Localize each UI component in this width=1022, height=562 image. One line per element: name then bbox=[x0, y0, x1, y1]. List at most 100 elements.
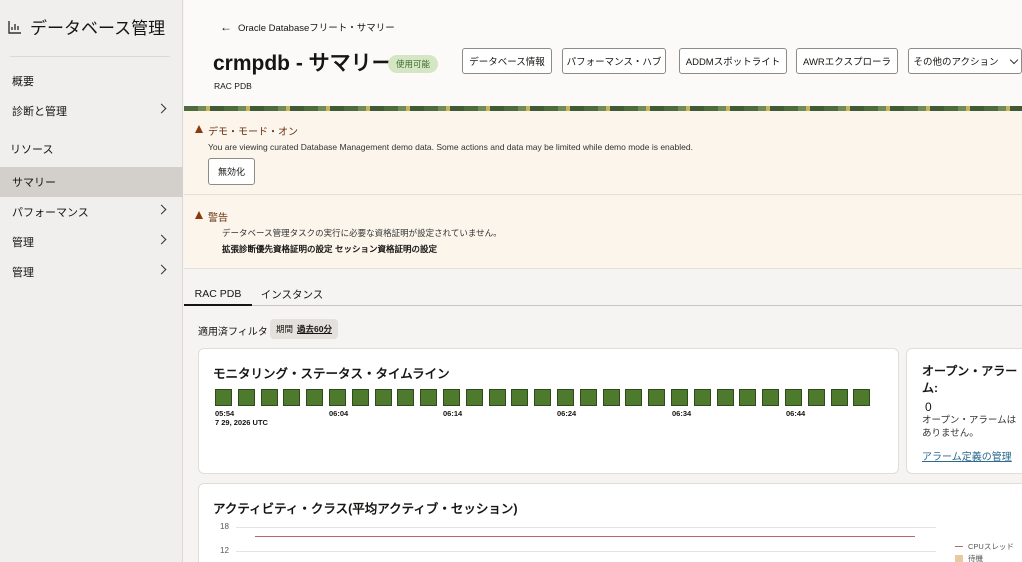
timeline-status-cell[interactable] bbox=[762, 389, 780, 406]
timeline-status-cell[interactable] bbox=[329, 389, 346, 406]
open-alarms-description: オープン・アラームはありません。 bbox=[922, 415, 1017, 439]
timeline-status-cell[interactable] bbox=[557, 389, 574, 406]
timeline-status-cell[interactable] bbox=[260, 389, 278, 406]
open-alarms-count: 0 bbox=[925, 400, 932, 414]
legend-line-swatch bbox=[955, 546, 963, 547]
legend-wait: 待機 bbox=[955, 553, 983, 562]
timeline-status-cell[interactable] bbox=[374, 389, 392, 406]
timeline-status-cell[interactable] bbox=[625, 389, 643, 406]
applied-filters-label: 適用済フィルタ bbox=[198, 327, 268, 338]
grid-line bbox=[236, 551, 936, 552]
warning-icon bbox=[195, 211, 203, 219]
timeline-time-label: 06:34 bbox=[672, 409, 692, 418]
timeline-status-cell[interactable] bbox=[671, 389, 688, 406]
warning-banner-title: 警告 bbox=[208, 213, 228, 224]
timeline-status-cell[interactable] bbox=[511, 389, 529, 406]
legend-label: 待機 bbox=[968, 554, 983, 562]
tab-rac-pdb[interactable]: RAC PDB bbox=[184, 283, 252, 306]
timeline-status-cell[interactable] bbox=[534, 389, 552, 406]
awr-explorer-button[interactable]: AWRエクスプローラ bbox=[796, 48, 898, 74]
sidebar-divider bbox=[10, 56, 170, 57]
sidebar-item-label: 概要 bbox=[12, 76, 34, 88]
grid-line bbox=[236, 527, 936, 528]
warning-icon bbox=[195, 125, 203, 133]
timeline-status-cell[interactable] bbox=[237, 389, 255, 406]
timeline-status-cell[interactable] bbox=[830, 389, 848, 406]
sidebar-item-label: 診断と管理 bbox=[12, 106, 67, 118]
demo-mode-banner bbox=[184, 111, 1022, 195]
timeline-status-cell[interactable] bbox=[739, 389, 757, 406]
timeline-status-cell[interactable] bbox=[602, 389, 620, 406]
filter-key: 期間 bbox=[276, 324, 294, 334]
addm-spotlight-button[interactable]: ADDMスポットライト bbox=[679, 48, 787, 74]
database-info-button[interactable]: データベース情報 bbox=[462, 48, 552, 74]
legend-cpu-threads: CPUスレッド bbox=[955, 541, 1014, 552]
more-actions-label: その他のアクション bbox=[913, 57, 999, 68]
timeline-status-cell[interactable] bbox=[807, 389, 825, 406]
timeline-date-label: 7 29, 2026 UTC bbox=[215, 418, 268, 427]
sidebar-item-summary[interactable]: サマリー bbox=[0, 167, 183, 197]
manage-alarm-definitions-link[interactable]: アラーム定義の管理 bbox=[922, 448, 1012, 463]
timeline-time-label: 06:44 bbox=[786, 409, 806, 418]
filter-chip-period[interactable]: 期間 過去60分 bbox=[270, 319, 338, 339]
sidebar-item-management-1[interactable]: 管理 bbox=[0, 227, 183, 257]
timeline-status-cell[interactable] bbox=[443, 389, 460, 406]
y-axis-tick: 18 bbox=[220, 522, 229, 531]
sidebar-item-overview[interactable]: 概要 bbox=[0, 66, 183, 96]
legend-label: CPUスレッド bbox=[968, 542, 1014, 551]
main-content: ← Oracle Databaseフリート・サマリー crmpdb - サマリー… bbox=[184, 0, 1022, 562]
warning-banner-text: データベース管理タスクの実行に必要な資格証明が設定されていません。 bbox=[222, 228, 502, 238]
more-actions-button[interactable]: その他のアクション bbox=[908, 48, 1022, 74]
sidebar-title-text: データベース管理 bbox=[30, 19, 166, 38]
chevron-right-icon bbox=[156, 204, 167, 215]
timeline-status-cell[interactable] bbox=[215, 389, 232, 406]
back-link-label: Oracle Databaseフリート・サマリー bbox=[238, 23, 395, 34]
timeline-time-label: 06:04 bbox=[329, 409, 349, 418]
timeline-status-cell[interactable] bbox=[853, 389, 871, 406]
demo-banner-title: デモ・モード・オン bbox=[208, 127, 298, 138]
timeline-status-cell[interactable] bbox=[785, 389, 802, 406]
demo-banner-text: You are viewing curated Database Managem… bbox=[208, 142, 693, 152]
page-header: ← Oracle Databaseフリート・サマリー crmpdb - サマリー… bbox=[184, 0, 1022, 106]
sidebar-item-performance[interactable]: パフォーマンス bbox=[0, 197, 183, 227]
filter-value: 過去60分 bbox=[297, 324, 332, 334]
sidebar-item-label: 管理 bbox=[12, 267, 34, 279]
back-link[interactable]: ← Oracle Databaseフリート・サマリー bbox=[220, 20, 395, 34]
timeline-status-cell[interactable] bbox=[579, 389, 597, 406]
timeline-status-cell[interactable] bbox=[465, 389, 483, 406]
timeline-status-cell[interactable] bbox=[648, 389, 666, 406]
page-subtitle: RAC PDB bbox=[214, 81, 252, 91]
timeline-status-cell[interactable] bbox=[306, 389, 324, 406]
sidebar: データベース管理 概要 診断と管理 リソース サマリー パフォーマンス 管理 管… bbox=[0, 0, 183, 562]
chevron-right-icon bbox=[156, 234, 167, 245]
legend-box-swatch bbox=[955, 554, 963, 562]
sidebar-item-diagnostics[interactable]: 診断と管理 bbox=[0, 96, 183, 126]
timeline-status-cell[interactable] bbox=[488, 389, 506, 406]
set-session-credential-link[interactable]: セッション資格証明の設定 bbox=[335, 243, 437, 255]
timeline-time-label: 06:14 bbox=[443, 409, 463, 418]
set-enhanced-credential-link[interactable]: 拡張診断優先資格証明の設定 bbox=[222, 243, 333, 255]
sidebar-item-management-2[interactable]: 管理 bbox=[0, 257, 183, 287]
tab-bar: RAC PDB インスタンス bbox=[184, 283, 1022, 306]
timeline-time-label: 06:24 bbox=[557, 409, 577, 418]
timeline-status-cell[interactable] bbox=[716, 389, 734, 406]
chevron-down-icon bbox=[1009, 55, 1018, 64]
chart-icon bbox=[8, 20, 21, 34]
disable-demo-button[interactable]: 無効化 bbox=[208, 158, 255, 185]
activity-class-title: アクティビティ・クラス(平均アクティブ・セッション) bbox=[213, 502, 518, 516]
timeline-status-cell[interactable] bbox=[420, 389, 438, 406]
tab-instances[interactable]: インスタンス bbox=[258, 283, 326, 306]
timeline-status-cell[interactable] bbox=[693, 389, 711, 406]
timeline-status-cell[interactable] bbox=[351, 389, 369, 406]
sidebar-item-label: サマリー bbox=[12, 177, 56, 189]
open-alarms-title: オープン・アラーム: bbox=[922, 364, 1018, 395]
chevron-right-icon bbox=[156, 103, 167, 114]
timeline-status-cell[interactable] bbox=[397, 389, 415, 406]
timeline-time-label: 05:54 bbox=[215, 409, 235, 418]
sidebar-title: データベース管理 bbox=[8, 14, 165, 39]
performance-hub-button[interactable]: パフォーマンス・ハブ bbox=[562, 48, 666, 74]
arrow-left-icon: ← bbox=[220, 20, 232, 34]
status-badge: 使用可能 bbox=[388, 55, 439, 73]
timeline-status-cell[interactable] bbox=[283, 389, 301, 406]
timeline-title: モニタリング・ステータス・タイムライン bbox=[213, 367, 450, 381]
